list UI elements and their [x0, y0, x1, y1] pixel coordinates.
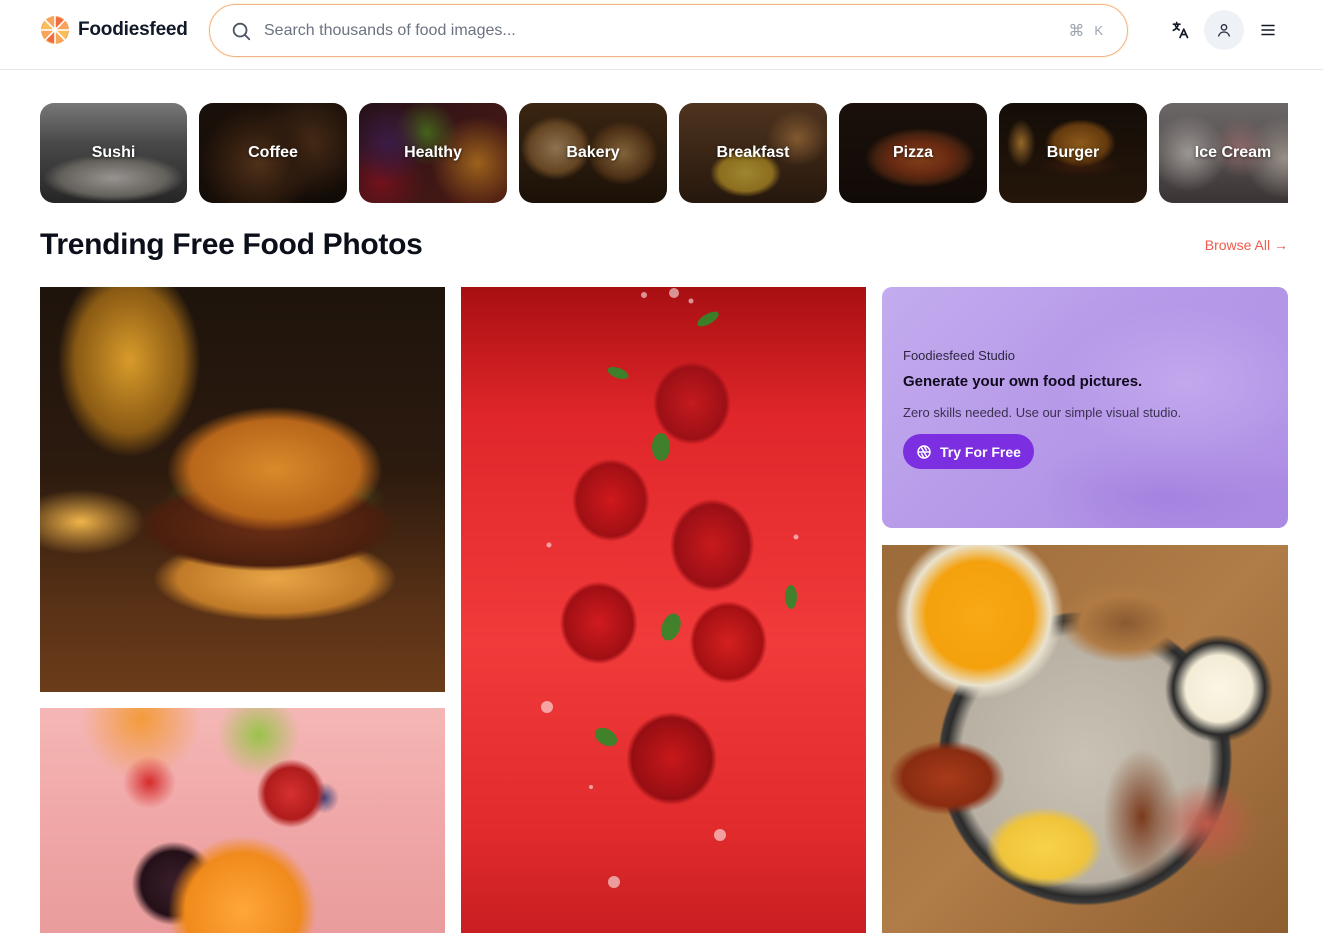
- translate-icon: [1172, 21, 1189, 39]
- category-coffee[interactable]: Coffee: [199, 103, 347, 203]
- strawberry-decor: [541, 288, 799, 888]
- category-sushi[interactable]: Sushi: [40, 103, 187, 203]
- brand-name: Foodiesfeed: [78, 19, 188, 40]
- top-header: Foodiesfeed ⌘ K: [0, 0, 1323, 70]
- try-for-free-label: Try For Free: [940, 443, 1021, 460]
- category-ice-cream[interactable]: Ice Cream: [1159, 103, 1288, 203]
- browse-all-link[interactable]: Browse All →: [1205, 237, 1288, 253]
- menu-button[interactable]: [1255, 17, 1281, 43]
- promo-eyebrow: Foodiesfeed Studio: [903, 348, 1016, 363]
- shortcut-key: K: [1094, 23, 1103, 38]
- photo-strawberries[interactable]: [461, 287, 866, 933]
- promo-description: Zero skills needed. Use our simple visua…: [903, 405, 1182, 420]
- photo-flying-fruits[interactable]: [40, 708, 445, 933]
- brand-logo[interactable]: Foodiesfeed: [40, 15, 188, 45]
- category-breakfast[interactable]: Breakfast: [679, 103, 827, 203]
- category-label: Coffee: [248, 144, 298, 161]
- user-icon: [1218, 24, 1230, 37]
- category-label: Burger: [1046, 144, 1100, 161]
- promo-title: Generate your own food pictures.: [903, 373, 1143, 390]
- category-bakery[interactable]: Bakery: [519, 103, 667, 203]
- try-for-free-button[interactable]: Try For Free: [903, 434, 1034, 469]
- category-label: Pizza: [892, 144, 933, 161]
- search-icon: [232, 22, 251, 40]
- studio-promo-card: Foodiesfeed Studio Generate your own foo…: [882, 287, 1288, 528]
- category-label: Healthy: [404, 144, 462, 161]
- logo-icon: [41, 16, 69, 44]
- photo-breakfast-plate[interactable]: [882, 545, 1288, 933]
- category-pizza[interactable]: Pizza: [839, 103, 987, 203]
- menu-icon: [1261, 24, 1275, 36]
- category-label: Sushi: [91, 144, 136, 161]
- category-burger[interactable]: Burger: [999, 103, 1147, 203]
- keyboard-shortcut-hint: ⌘ K: [1068, 21, 1103, 41]
- language-button[interactable]: [1166, 16, 1194, 44]
- section-title: Trending Free Food Photos: [40, 228, 423, 261]
- category-label: Bakery: [566, 144, 620, 161]
- search-bar[interactable]: ⌘ K: [209, 4, 1128, 57]
- category-label: Breakfast: [716, 144, 790, 161]
- category-healthy[interactable]: Healthy: [359, 103, 507, 203]
- command-key-icon: ⌘: [1068, 22, 1085, 40]
- user-account-button[interactable]: [1204, 10, 1244, 50]
- category-label: Ice Cream: [1194, 144, 1272, 161]
- search-input[interactable]: [264, 21, 1069, 40]
- category-strip: Sushi Coffee Healthy Bakery Breakfast Pi…: [40, 103, 1288, 203]
- photo-burger[interactable]: [40, 287, 445, 692]
- aperture-icon: [917, 444, 931, 459]
